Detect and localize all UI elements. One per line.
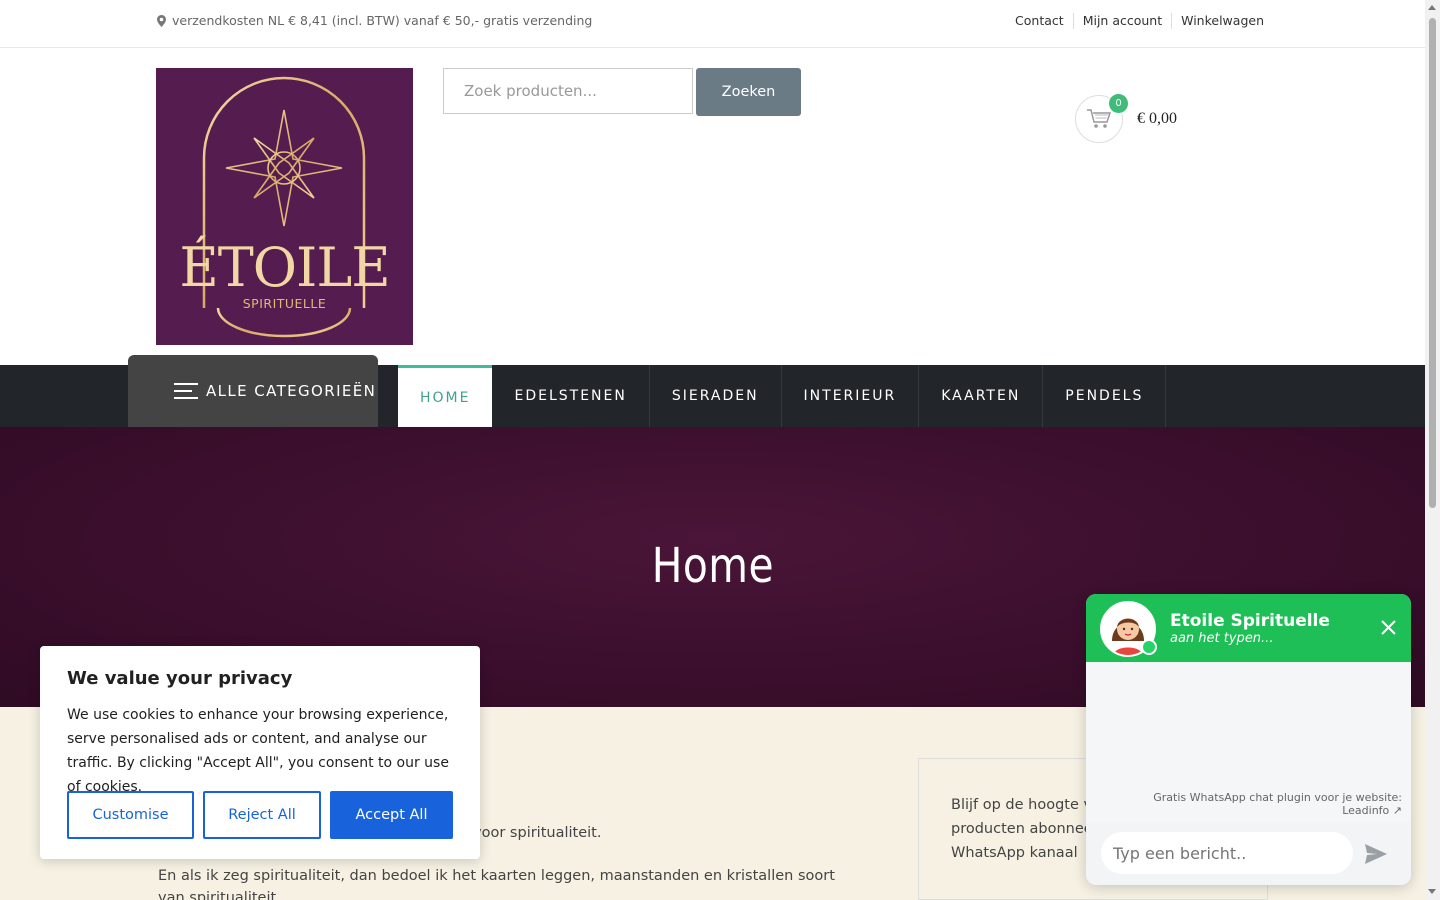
nav-item-edelstenen[interactable]: EDELSTENEN [492, 365, 650, 427]
cookie-buttons: Customise Reject All Accept All [67, 791, 453, 839]
whatsapp-chat-widget: Etoile Spirituelle aan het typen... Grat… [1086, 594, 1411, 885]
nav-item-pendels[interactable]: PENDELS [1043, 365, 1167, 427]
logo-wordmark: ÉTOILE [179, 236, 390, 299]
nav-item-home[interactable]: HOME [398, 365, 493, 427]
accept-all-button[interactable]: Accept All [330, 791, 453, 839]
page-scrollbar[interactable] [1425, 0, 1440, 900]
shipping-info: verzendkosten NL € 8,41 (incl. BTW) vana… [157, 13, 592, 28]
contact-link[interactable]: Contact [1006, 13, 1073, 29]
nav-item-sieraden[interactable]: SIERADEN [650, 365, 782, 427]
nav-item-interieur[interactable]: INTERIEUR [782, 365, 920, 427]
scroll-up-arrow-icon[interactable] [1428, 5, 1436, 10]
customise-button[interactable]: Customise [67, 791, 194, 839]
send-icon[interactable] [1363, 842, 1389, 866]
chat-agent-name: Etoile Spirituelle [1170, 611, 1330, 631]
product-search-input[interactable] [443, 68, 693, 114]
main-menu: HOME EDELSTENEN SIERADEN INTERIEUR KAART… [398, 365, 1167, 427]
reject-all-button[interactable]: Reject All [203, 791, 321, 839]
chat-message-input[interactable] [1101, 832, 1353, 874]
scroll-down-arrow-icon[interactable] [1428, 889, 1436, 894]
cart-count-badge: 0 [1109, 94, 1128, 113]
chat-typing-status: aan het typen... [1170, 631, 1274, 646]
close-icon[interactable] [1380, 619, 1397, 636]
top-bar: verzendkosten NL € 8,41 (incl. BTW) vana… [0, 0, 1425, 48]
location-pin-icon [157, 14, 166, 27]
cart-total[interactable]: € 0,00 [1137, 110, 1177, 128]
shopping-cart-icon [1087, 109, 1112, 128]
all-categories-button[interactable]: ALLE CATEGORIEËN [128, 355, 378, 427]
spirituality-paragraph: En als ik zeg spiritualiteit, dan bedoel… [158, 868, 835, 900]
cookie-text: We use cookies to enhance your browsing … [67, 707, 449, 795]
site-logo[interactable]: ÉTOILE SPIRITUELLE [156, 68, 413, 345]
top-links: Contact Mijn account Winkelwagen [1006, 13, 1264, 29]
nav-item-kaarten[interactable]: KAARTEN [919, 365, 1044, 427]
scroll-thumb[interactable] [1429, 18, 1436, 508]
cookie-consent-dialog: We value your privacy We use cookies to … [40, 646, 480, 859]
shipping-text: verzendkosten NL € 8,41 (incl. BTW) vana… [172, 13, 593, 28]
logo-subtext: SPIRITUELLE [242, 296, 327, 311]
all-categories-label: ALLE CATEGORIEËN [206, 382, 377, 400]
page-title: Home [651, 538, 774, 594]
hamburger-menu-icon [174, 382, 198, 400]
my-account-link[interactable]: Mijn account [1072, 13, 1171, 29]
whatsapp-status-icon [1141, 639, 1157, 655]
cart-link[interactable]: Winkelwagen [1171, 13, 1264, 29]
plugin-credit-line2: Leadinfo ↗ [1342, 804, 1402, 817]
plugin-credit-line1: Gratis WhatsApp chat plugin voor je webs… [1153, 791, 1402, 804]
search-button[interactable]: Zoeken [696, 68, 801, 116]
whatsapp-chat-header: Etoile Spirituelle aan het typen... [1086, 594, 1411, 662]
cookie-title: We value your privacy [67, 668, 293, 689]
plugin-credit[interactable]: Gratis WhatsApp chat plugin voor je webs… [1153, 791, 1402, 817]
